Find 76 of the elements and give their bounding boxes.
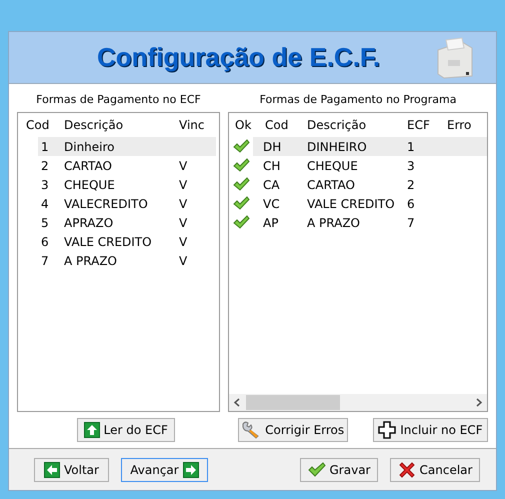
table-cell: AP [263,216,278,230]
column-header[interactable]: Erro [441,116,486,134]
column-header[interactable]: Descrição [301,116,401,134]
list-row[interactable]: 4 VALECREDITO V [38,194,216,213]
column-header[interactable]: Cod [18,116,56,134]
table-cell: V [179,196,188,210]
plus-button[interactable]: Incluir no ECF [372,418,488,442]
dialog-title: Configuração de E.C.F. [97,41,380,74]
table-cell: Dinheiro [64,140,115,154]
list-row[interactable]: 2 CARTAO V [38,156,216,175]
table-cell: 3 [407,158,415,172]
column-header[interactable]: ECF [401,116,441,134]
list-row[interactable]: 3 CHEQUE V [38,175,216,194]
scroll-thumb[interactable] [246,395,340,410]
table-cell: APRAZO [64,216,114,230]
table-cell: CA [263,178,280,192]
table-cell: 1 [407,140,415,154]
table-cell: V [179,216,188,230]
table-cell: VC [263,196,280,210]
back-button[interactable]: Voltar [34,458,109,482]
list-row[interactable]: VC VALE CREDITO 6 [253,194,487,213]
table-cell: VALE CREDITO [64,234,152,248]
next-button[interactable]: Avançar [121,458,208,482]
table-cell: CARTAO [307,178,355,192]
table-cell: V [179,178,188,192]
table-cell: CH [263,158,280,172]
list-row[interactable]: CH CHEQUE 3 [253,156,487,175]
table-cell: 2 [407,178,415,192]
up-arrow-icon [84,422,100,438]
list-row[interactable]: 1 Dinheiro [38,137,216,156]
list-row[interactable]: AP A PRAZO 7 [253,213,487,232]
left-arrow-icon [44,462,60,478]
table-cell: 3 [41,178,49,192]
list-row[interactable]: DH DINHEIRO 1 [253,137,487,156]
table-cell: V [179,234,188,248]
list-row[interactable]: 7 A PRAZO V [38,251,216,270]
table-cell: CARTAO [64,158,112,172]
program-list[interactable]: Ok Cod Descrição ECF Erro DH DINHEIRO 1 CH CHEQUE 3 CA CARTAO 2 VC VALE CREDITO 6 AP A PRAZO 7 [228,112,488,412]
column-header[interactable]: Descrição [56,116,173,134]
table-cell: 7 [41,254,49,268]
table-cell: 5 [41,216,49,230]
table-cell: DINHEIRO [307,140,367,154]
table-cell: V [179,254,188,268]
table-cell: DH [263,140,282,154]
plus-icon [378,421,396,439]
up-button[interactable]: Ler do ECF [77,418,174,442]
table-cell: CHEQUE [307,158,358,172]
table-cell: 7 [407,216,415,230]
panel-title: Formas de Pagamento no Programa [258,92,458,108]
list-row[interactable]: 6 VALE CREDITO V [38,232,216,251]
table-cell: 6 [407,196,415,210]
ecf-list[interactable]: Cod Descrição Vinc 1 Dinheiro 2 CARTAO V 3 CHEQUE V 4 VALECREDITO V 5 APRAZO V 6 VALE CREDITO V 7 A PRAZO V [17,112,220,412]
table-cell: VALECREDITO [64,196,148,210]
cancel-button[interactable]: Cancelar [390,458,480,482]
column-header[interactable]: Vinc [173,116,213,134]
panel-title: Formas de Pagamento no ECF [35,92,202,108]
list-row[interactable]: CA CARTAO 2 [253,175,487,194]
table-cell: 6 [41,234,49,248]
close-icon [398,460,416,478]
table-cell: 1 [41,140,49,154]
check-button[interactable]: Gravar [300,458,378,482]
list-row[interactable]: 5 APRAZO V [38,213,216,232]
check-icon [308,462,326,478]
right-arrow-icon [182,462,199,478]
table-cell: 4 [41,196,49,210]
table-cell: VALE CREDITO [307,196,395,210]
horizontal-scrollbar[interactable] [229,394,487,411]
table-cell: CHEQUE [64,178,115,192]
table-cell: A PRAZO [307,216,360,230]
table-cell: A PRAZO [64,254,117,268]
wrench-icon [241,421,262,439]
column-header[interactable]: Ok [229,116,259,134]
wrench-button[interactable]: Corrigir Erros [238,418,348,442]
table-cell: V [179,158,188,172]
column-header[interactable]: Cod [259,116,301,134]
table-cell: 2 [41,158,49,172]
